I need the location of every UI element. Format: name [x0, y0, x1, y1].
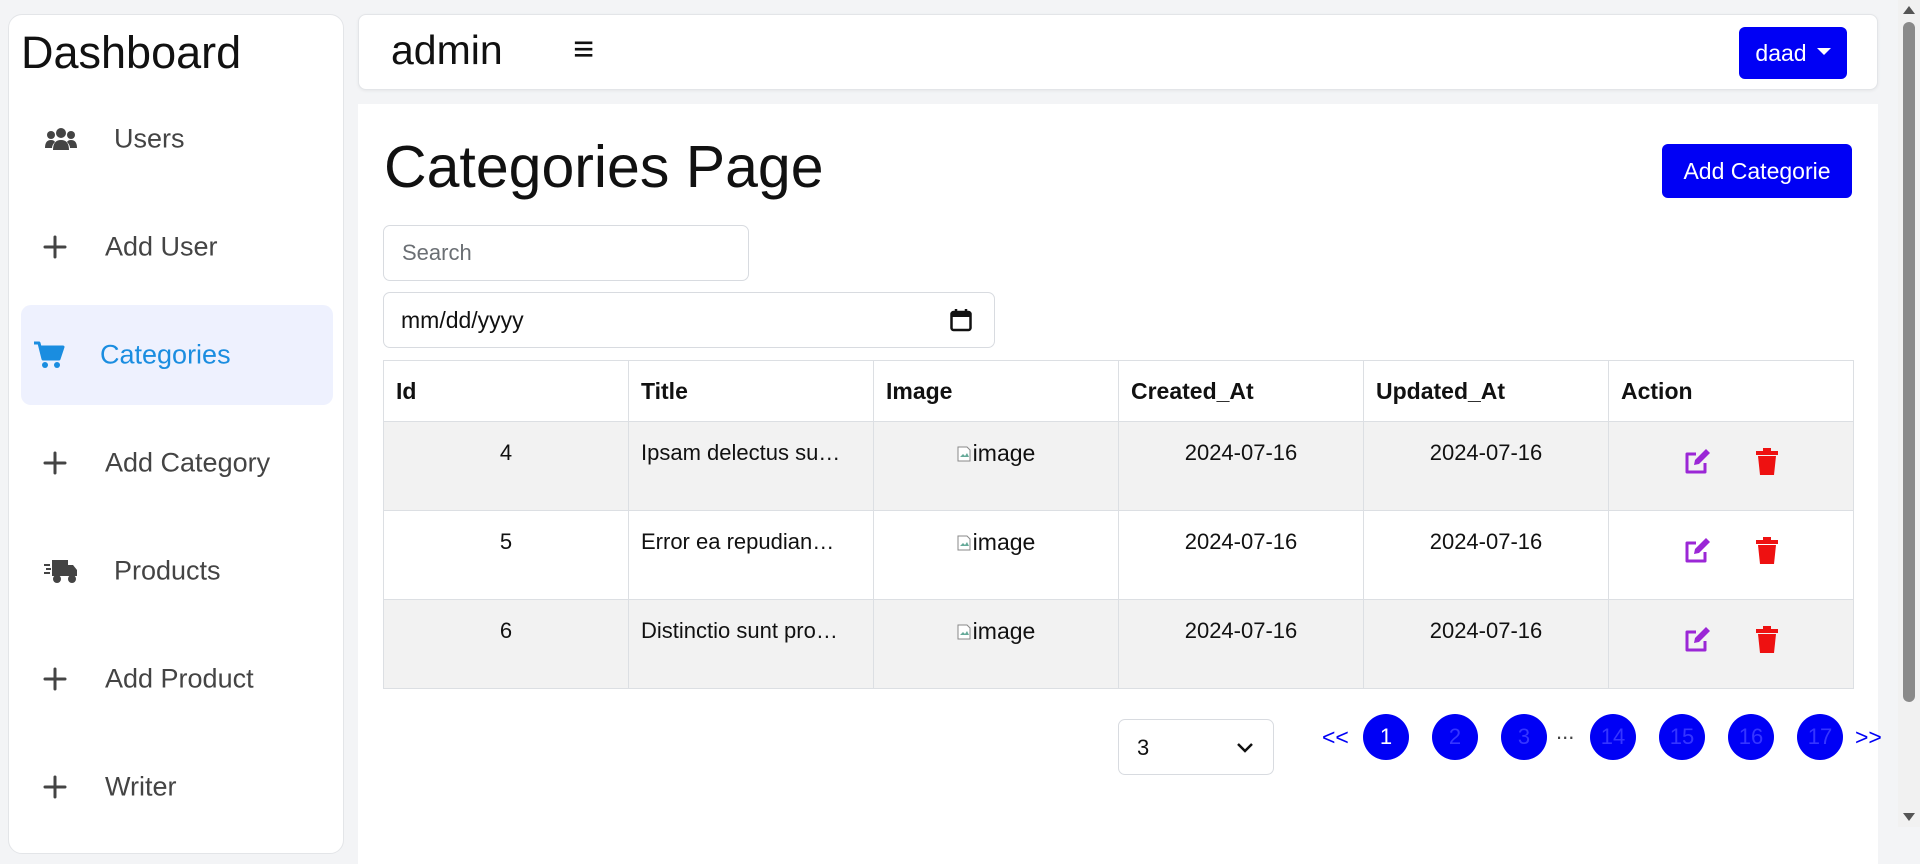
broken-image: image [957, 529, 1036, 556]
column-header-created-at: Created_At [1118, 360, 1364, 422]
categories-table: Id Title Image Created_At Updated_At Act… [383, 360, 1854, 689]
cell-id: 4 [383, 421, 629, 511]
cell-image: image [873, 599, 1119, 689]
broken-image-icon [957, 446, 971, 461]
cell-updated-at: 2024-07-16 [1363, 599, 1609, 689]
scroll-down-arrow-icon[interactable] [1903, 813, 1915, 821]
users-icon [43, 121, 79, 157]
broken-image: image [957, 440, 1036, 467]
cell-image: image [873, 510, 1119, 600]
broken-image-icon [957, 535, 971, 550]
edit-icon[interactable] [1683, 537, 1711, 571]
sidebar-item-add-category[interactable]: Add Category [21, 413, 333, 513]
cell-actions [1608, 510, 1854, 600]
column-header-title: Title [628, 360, 874, 422]
broken-image: image [957, 618, 1036, 645]
edit-icon[interactable] [1683, 626, 1711, 660]
user-dropdown-button[interactable]: daad [1739, 27, 1847, 79]
chevron-down-icon [1237, 740, 1253, 758]
sidebar-item-label: Users [114, 123, 185, 154]
cart-icon [31, 337, 67, 373]
column-header-updated-at: Updated_At [1363, 360, 1609, 422]
sidebar-item-label: Writer [105, 771, 177, 802]
user-dropdown-label: daad [1755, 39, 1807, 66]
table-row: 5 Error ea repudian… image 2024-07-16 20… [383, 510, 1854, 600]
page-button-3[interactable]: 3 [1501, 714, 1547, 760]
delete-icon[interactable] [1755, 448, 1779, 482]
plus-icon [37, 661, 73, 697]
calendar-icon[interactable] [950, 308, 972, 337]
edit-icon[interactable] [1683, 448, 1711, 482]
page-button-1[interactable]: 1 [1363, 714, 1409, 760]
broken-image-icon [957, 624, 971, 639]
sidebar-item-products[interactable]: Products [21, 521, 333, 621]
pagination-ellipsis: ... [1556, 719, 1575, 744]
sidebar-title: Dashboard [21, 27, 242, 78]
scrollbar-thumb[interactable] [1903, 22, 1915, 702]
top-navbar: admin ≡ daad [358, 14, 1878, 90]
sidebar-item-writer[interactable]: Writer [21, 737, 333, 837]
cell-id: 5 [383, 510, 629, 600]
sidebar-item-add-user[interactable]: Add User [21, 197, 333, 297]
cell-updated-at: 2024-07-16 [1363, 421, 1609, 511]
truck-icon [43, 553, 79, 589]
search-input[interactable] [383, 225, 749, 281]
table-row: 6 Distinctio sunt pro… image 2024-07-16 … [383, 599, 1854, 689]
image-alt-text: image [972, 440, 1036, 466]
scroll-up-arrow-icon[interactable] [1903, 6, 1915, 14]
cell-id: 6 [383, 599, 629, 689]
page-button-14[interactable]: 14 [1590, 714, 1636, 760]
sidebar-item-users[interactable]: Users [21, 89, 333, 189]
delete-icon[interactable] [1755, 626, 1779, 660]
sidebar-item-label: Add Category [105, 447, 271, 478]
page-title: Categories Page [384, 134, 824, 200]
column-header-image: Image [873, 360, 1119, 422]
image-alt-text: image [972, 618, 1036, 644]
cell-updated-at: 2024-07-16 [1363, 510, 1609, 600]
page-button-15[interactable]: 15 [1659, 714, 1705, 760]
navbar-title: admin [391, 27, 503, 73]
cell-title: Error ea repudian… [628, 510, 874, 600]
cell-created-at: 2024-07-16 [1118, 421, 1364, 511]
pagination-next[interactable]: >> [1855, 721, 1882, 753]
sidebar: Dashboard Users Add User Categories Add … [8, 14, 344, 854]
plus-icon [37, 769, 73, 805]
per-page-value: 3 [1137, 735, 1150, 760]
table-header-row: Id Title Image Created_At Updated_At Act… [383, 360, 1854, 422]
date-filter-input[interactable]: mm/dd/yyyy [383, 292, 995, 348]
sidebar-item-label: Categories [100, 339, 231, 370]
cell-created-at: 2024-07-16 [1118, 599, 1364, 689]
plus-icon [37, 445, 73, 481]
sidebar-item-label: Products [114, 555, 221, 586]
add-category-button[interactable]: Add Categorie [1662, 144, 1852, 198]
page-scrollbar[interactable] [1898, 0, 1920, 827]
sidebar-item-add-product[interactable]: Add Product [21, 629, 333, 729]
cell-actions [1608, 599, 1854, 689]
delete-icon[interactable] [1755, 537, 1779, 571]
sidebar-item-categories[interactable]: Categories [21, 305, 333, 405]
plus-icon [37, 229, 73, 265]
sidebar-item-label: Add User [105, 231, 218, 262]
table-row: 4 Ipsam delectus su… image 2024-07-16 20… [383, 421, 1854, 511]
cell-image: image [873, 421, 1119, 511]
column-header-action: Action [1608, 360, 1854, 422]
hamburger-menu-icon[interactable]: ≡ [573, 25, 594, 73]
pagination-prev[interactable]: << [1322, 721, 1349, 753]
cell-title: Ipsam delectus su… [628, 421, 874, 511]
sidebar-item-label: Add Product [105, 663, 254, 694]
per-page-select[interactable]: 3 [1118, 719, 1274, 775]
image-alt-text: image [972, 529, 1036, 555]
date-placeholder: mm/dd/yyyy [401, 307, 524, 333]
cell-title: Distinctio sunt pro… [628, 599, 874, 689]
main-content: Categories Page Add Categorie mm/dd/yyyy… [358, 104, 1882, 864]
page-button-2[interactable]: 2 [1432, 714, 1478, 760]
page-button-16[interactable]: 16 [1728, 714, 1774, 760]
cell-created-at: 2024-07-16 [1118, 510, 1364, 600]
column-header-id: Id [383, 360, 629, 422]
caret-down-icon [1816, 47, 1831, 55]
page-button-17[interactable]: 17 [1797, 714, 1843, 760]
cell-actions [1608, 421, 1854, 511]
